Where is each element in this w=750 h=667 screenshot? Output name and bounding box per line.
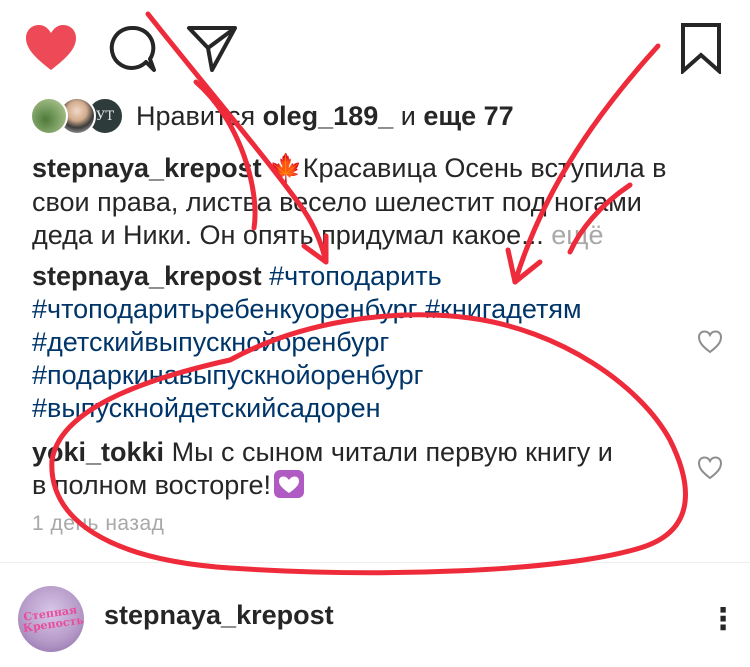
hashtag-link[interactable]: #выпускнойдетскийсадорен — [32, 392, 381, 425]
comment-line: yoki_tokki Мы с сыном читали первую книг… — [32, 436, 613, 469]
liker-avatar — [30, 97, 68, 135]
post-timestamp: 1 день назад — [32, 512, 165, 535]
comment-text: Мы с сыном читали первую книгу и — [171, 437, 613, 467]
liker-username[interactable]: oleg_189_ — [263, 101, 394, 131]
heart-decoration-emoji — [273, 469, 305, 507]
avatar-badge: УТ — [95, 108, 115, 124]
hashtag-link[interactable]: #детскийвыпускнойоренбург — [32, 326, 389, 359]
caption-text: деда и Ники. Он опять придумал какое... — [32, 220, 544, 250]
post-avatar[interactable]: Степная Крепость — [18, 586, 84, 652]
comment-like-button[interactable] — [697, 330, 723, 354]
comment-username[interactable]: stepnaya_krepost — [32, 261, 262, 291]
more-dots-icon[interactable]: ⋮ — [708, 602, 738, 637]
divider — [0, 562, 750, 563]
share-button[interactable] — [186, 24, 238, 72]
send-icon — [187, 26, 237, 72]
others-count[interactable]: еще 77 — [423, 101, 513, 131]
comment-line: в полном восторге! — [32, 469, 305, 507]
more-link[interactable]: ещё — [551, 220, 603, 250]
hashtag-link[interactable]: #чтоподарить — [269, 261, 442, 291]
heart-outline-icon — [697, 330, 723, 354]
hashtag-link[interactable]: #чтоподаритьребенкуоренбург #книгадетям — [32, 293, 582, 326]
comment-button[interactable] — [108, 24, 158, 74]
post-username[interactable]: stepnaya_krepost — [104, 600, 334, 631]
bookmark-icon — [681, 23, 721, 74]
likes-summary[interactable]: УТ Нравится oleg_189_ и еще 77 — [30, 97, 514, 135]
comment-line: stepnaya_krepost #чтоподарить — [32, 260, 442, 293]
heart-icon — [26, 25, 76, 70]
maple-leaf-emoji: 🍁 — [269, 153, 303, 183]
like-button[interactable] — [24, 24, 78, 72]
comment-username[interactable]: yoki_tokki — [32, 437, 164, 467]
comment-like-button[interactable] — [697, 456, 723, 480]
comment-icon — [109, 25, 156, 72]
likes-text: Нравится oleg_189_ и еще 77 — [136, 100, 514, 133]
caption-line: stepnaya_krepost 🍁Красавица Осень вступи… — [32, 152, 666, 185]
caption-line: деда и Ники. Он опять придумал какое... … — [32, 219, 603, 252]
caption-line: свои права, листва весело шелестит под н… — [32, 187, 642, 217]
hashtag-link[interactable]: #подаркинавыпускнойоренбург — [32, 359, 423, 392]
caption-text: Красавица Осень вступила в — [302, 153, 667, 183]
likes-joiner: и — [393, 100, 424, 131]
likes-prefix: Нравится — [136, 100, 263, 131]
avatar-logo-text: Степная Крепость — [22, 603, 84, 635]
save-button[interactable] — [680, 22, 722, 74]
caption-username[interactable]: stepnaya_krepost — [32, 153, 262, 183]
heart-outline-icon — [697, 456, 723, 480]
comment-text: в полном восторге! — [32, 470, 272, 500]
